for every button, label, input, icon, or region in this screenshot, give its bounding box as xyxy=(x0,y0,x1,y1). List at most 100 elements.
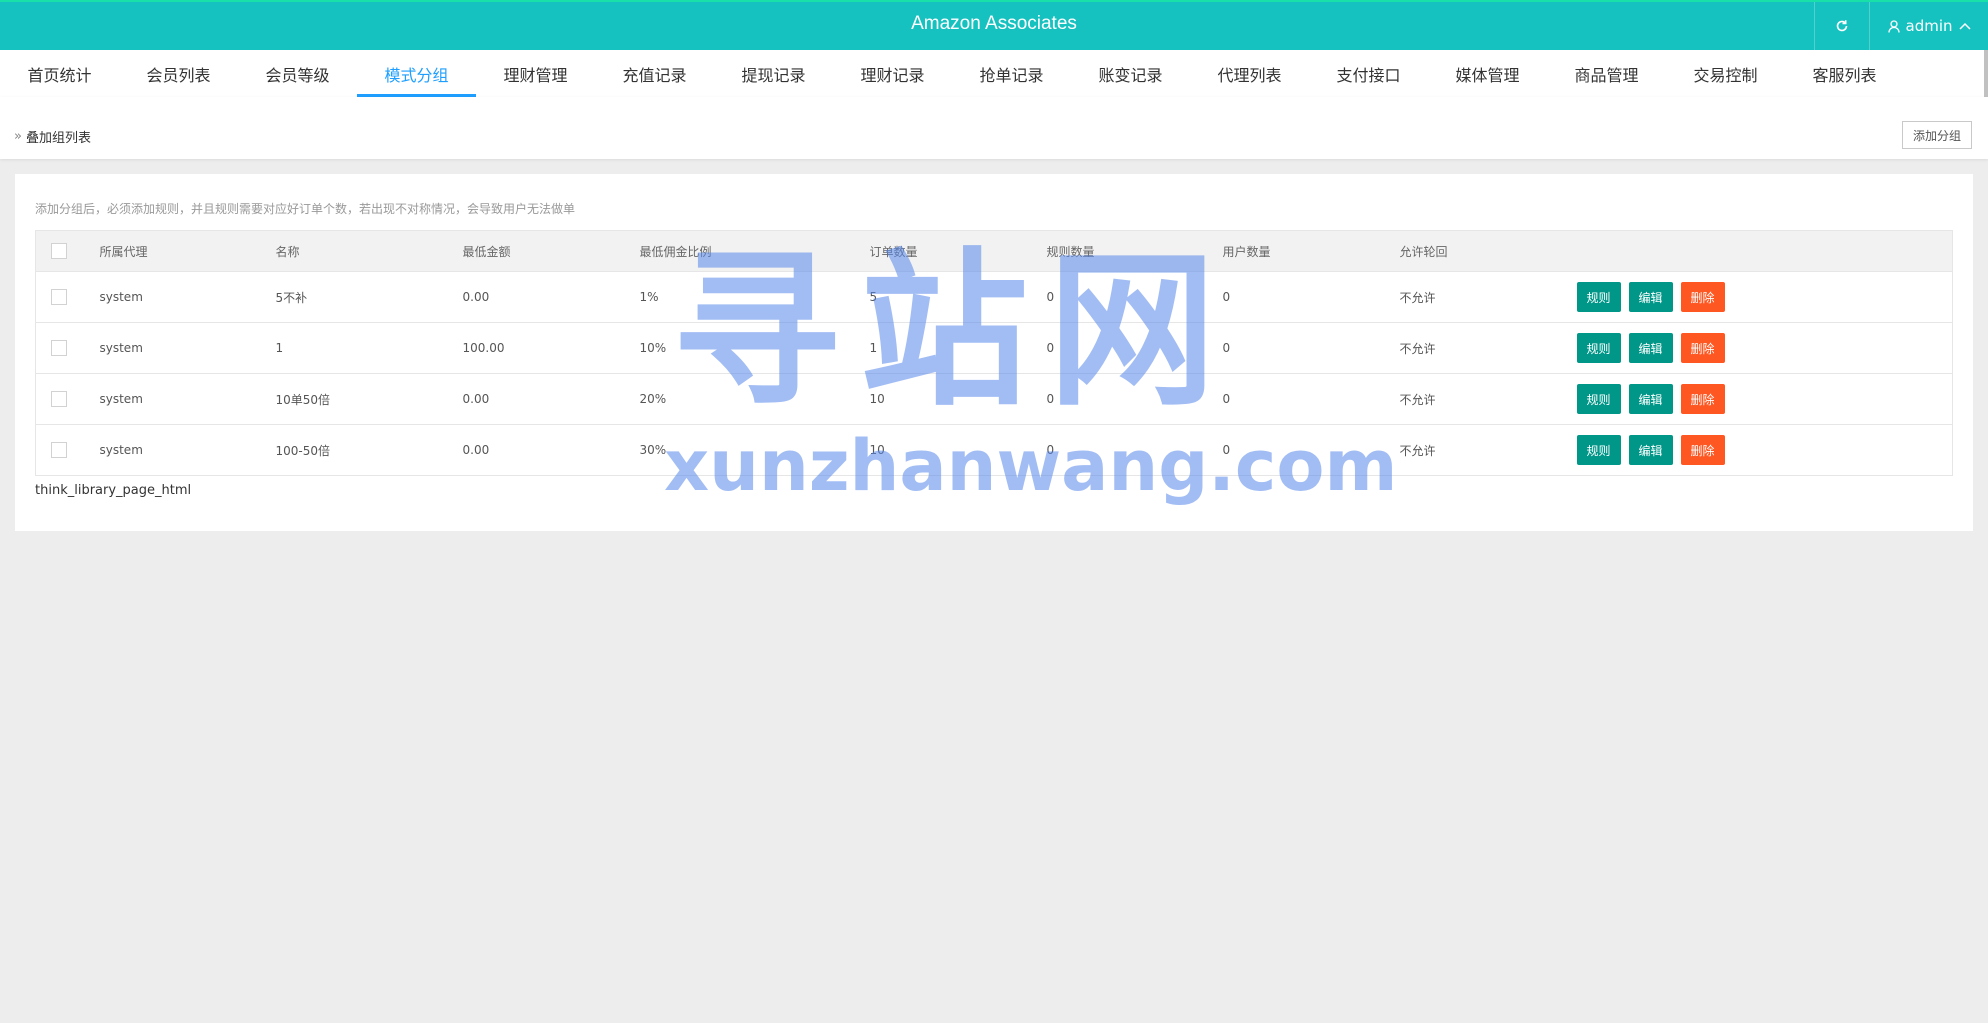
edit-button[interactable]: 编辑 xyxy=(1628,384,1673,414)
header-actions xyxy=(1575,230,1953,272)
cell-actions: 规则 编辑 删除 xyxy=(1575,373,1953,425)
delete-button[interactable]: 删除 xyxy=(1680,333,1725,363)
rules-button[interactable]: 规则 xyxy=(1576,384,1621,414)
header-min-amount: 最低金额 xyxy=(461,230,639,272)
cell-min-amount: 0.00 xyxy=(461,271,639,323)
delete-button[interactable]: 删除 xyxy=(1680,282,1725,312)
page-scrollbar[interactable] xyxy=(1984,50,1988,100)
cell-agent: system xyxy=(98,322,275,374)
row-select-cell xyxy=(35,271,99,323)
cell-rules: 0 xyxy=(1045,424,1222,476)
cell-min-ratio: 30% xyxy=(638,424,869,476)
tab-member-level[interactable]: 会员等级 xyxy=(238,50,357,97)
edit-button[interactable]: 编辑 xyxy=(1628,333,1673,363)
user-menu[interactable]: admin xyxy=(1869,2,1988,50)
cell-users: 0 xyxy=(1221,424,1399,476)
chevron-up-icon xyxy=(1958,22,1971,30)
tab-service-list[interactable]: 客服列表 xyxy=(1785,50,1904,97)
tab-finance-records[interactable]: 理财记录 xyxy=(833,50,952,97)
cell-min-ratio: 20% xyxy=(638,373,869,425)
table-row: system 5不补 0.00 1% 5 0 0 不允许 规则 编辑 删除 xyxy=(35,271,1953,323)
table-header-row: 所属代理 名称 最低金额 最低佣金比例 订单数量 规则数量 用户数量 允许轮回 xyxy=(35,230,1953,272)
tab-finance-mgmt[interactable]: 理财管理 xyxy=(476,50,595,97)
cell-min-amount: 0.00 xyxy=(461,424,639,476)
header-agent: 所属代理 xyxy=(98,230,275,272)
tab-agent-list[interactable]: 代理列表 xyxy=(1190,50,1309,97)
cell-orders: 1 xyxy=(868,322,1046,374)
cell-name: 10单50倍 xyxy=(274,373,462,425)
row-checkbox[interactable] xyxy=(51,289,67,305)
cell-min-amount: 100.00 xyxy=(461,322,639,374)
tab-payment-api[interactable]: 支付接口 xyxy=(1309,50,1428,97)
refresh-icon xyxy=(1835,19,1849,33)
cell-min-ratio: 10% xyxy=(638,322,869,374)
delete-button[interactable]: 删除 xyxy=(1680,435,1725,465)
tab-mode-group[interactable]: 模式分组 xyxy=(357,50,476,97)
tab-member-list[interactable]: 会员列表 xyxy=(119,50,238,97)
cell-allow-cycle: 不允许 xyxy=(1398,322,1576,374)
cell-rules: 0 xyxy=(1045,271,1222,323)
cell-agent: system xyxy=(98,424,275,476)
cell-agent: system xyxy=(98,373,275,425)
header-min-ratio: 最低佣金比例 xyxy=(638,230,869,272)
add-group-button[interactable]: 添加分组 xyxy=(1901,121,1972,149)
tab-account-change-records[interactable]: 账变记录 xyxy=(1071,50,1190,97)
header-users: 用户数量 xyxy=(1221,230,1399,272)
cell-users: 0 xyxy=(1221,373,1399,425)
double-chevron-right-icon: » xyxy=(14,129,22,144)
tab-withdraw-records[interactable]: 提现记录 xyxy=(714,50,833,97)
select-all-checkbox[interactable] xyxy=(51,243,67,259)
cell-actions: 规则 编辑 删除 xyxy=(1575,322,1953,374)
row-select-cell xyxy=(35,373,99,425)
main-nav: 首页统计 会员列表 会员等级 模式分组 理财管理 充值记录 提现记录 理财记录 … xyxy=(0,50,1984,97)
table-row: system 100-50倍 0.00 30% 10 0 0 不允许 规则 编辑… xyxy=(35,424,1953,476)
refresh-button[interactable] xyxy=(1814,2,1869,50)
tab-media-mgmt[interactable]: 媒体管理 xyxy=(1428,50,1547,97)
cell-min-ratio: 1% xyxy=(638,271,869,323)
rules-button[interactable]: 规则 xyxy=(1576,282,1621,312)
header-allow-cycle: 允许轮回 xyxy=(1398,230,1576,272)
content-card: 添加分组后，必须添加规则，并且规则需要对应好订单个数，若出现不对称情况，会导致用… xyxy=(15,174,1973,531)
cell-name: 1 xyxy=(274,322,462,374)
rules-button[interactable]: 规则 xyxy=(1576,333,1621,363)
cell-actions: 规则 编辑 删除 xyxy=(1575,424,1953,476)
user-name: admin xyxy=(1905,17,1953,35)
edit-button[interactable]: 编辑 xyxy=(1628,282,1673,312)
row-checkbox[interactable] xyxy=(51,442,67,458)
cell-name: 5不补 xyxy=(274,271,462,323)
group-table: 所属代理 名称 最低金额 最低佣金比例 订单数量 规则数量 用户数量 允许轮回 … xyxy=(35,230,1953,476)
cell-rules: 0 xyxy=(1045,373,1222,425)
delete-button[interactable]: 删除 xyxy=(1680,384,1725,414)
cell-orders: 5 xyxy=(868,271,1046,323)
cell-allow-cycle: 不允许 xyxy=(1398,271,1576,323)
cell-min-amount: 0.00 xyxy=(461,373,639,425)
tab-home-stats[interactable]: 首页统计 xyxy=(0,50,119,97)
notice-text: 添加分组后，必须添加规则，并且规则需要对应好订单个数，若出现不对称情况，会导致用… xyxy=(35,202,576,216)
table-row: system 1 100.00 10% 1 0 0 不允许 规则 编辑 删除 xyxy=(35,322,1953,374)
header-rules: 规则数量 xyxy=(1045,230,1222,272)
header-name: 名称 xyxy=(274,230,462,272)
cell-actions: 规则 编辑 删除 xyxy=(1575,271,1953,323)
breadcrumb-bar: » 叠加组列表 添加分组 xyxy=(0,97,1988,159)
rules-button[interactable]: 规则 xyxy=(1576,435,1621,465)
cell-orders: 10 xyxy=(868,424,1046,476)
header-select-all-cell xyxy=(35,230,99,272)
tab-grab-order-records[interactable]: 抢单记录 xyxy=(952,50,1071,97)
cell-orders: 10 xyxy=(868,373,1046,425)
row-select-cell xyxy=(35,322,99,374)
cell-rules: 0 xyxy=(1045,322,1222,374)
cell-allow-cycle: 不允许 xyxy=(1398,424,1576,476)
pager-placeholder: think_library_page_html xyxy=(35,483,192,498)
row-checkbox[interactable] xyxy=(51,340,67,356)
edit-button[interactable]: 编辑 xyxy=(1628,435,1673,465)
app-title: Amazon Associates xyxy=(911,13,1077,34)
breadcrumb: » 叠加组列表 xyxy=(14,127,91,146)
tab-trade-control[interactable]: 交易控制 xyxy=(1666,50,1785,97)
tab-recharge-records[interactable]: 充值记录 xyxy=(595,50,714,97)
header-orders: 订单数量 xyxy=(868,230,1046,272)
header-actions: admin xyxy=(1814,2,1988,50)
tab-product-mgmt[interactable]: 商品管理 xyxy=(1547,50,1666,97)
user-icon xyxy=(1887,19,1900,33)
row-checkbox[interactable] xyxy=(51,391,67,407)
cell-agent: system xyxy=(98,271,275,323)
